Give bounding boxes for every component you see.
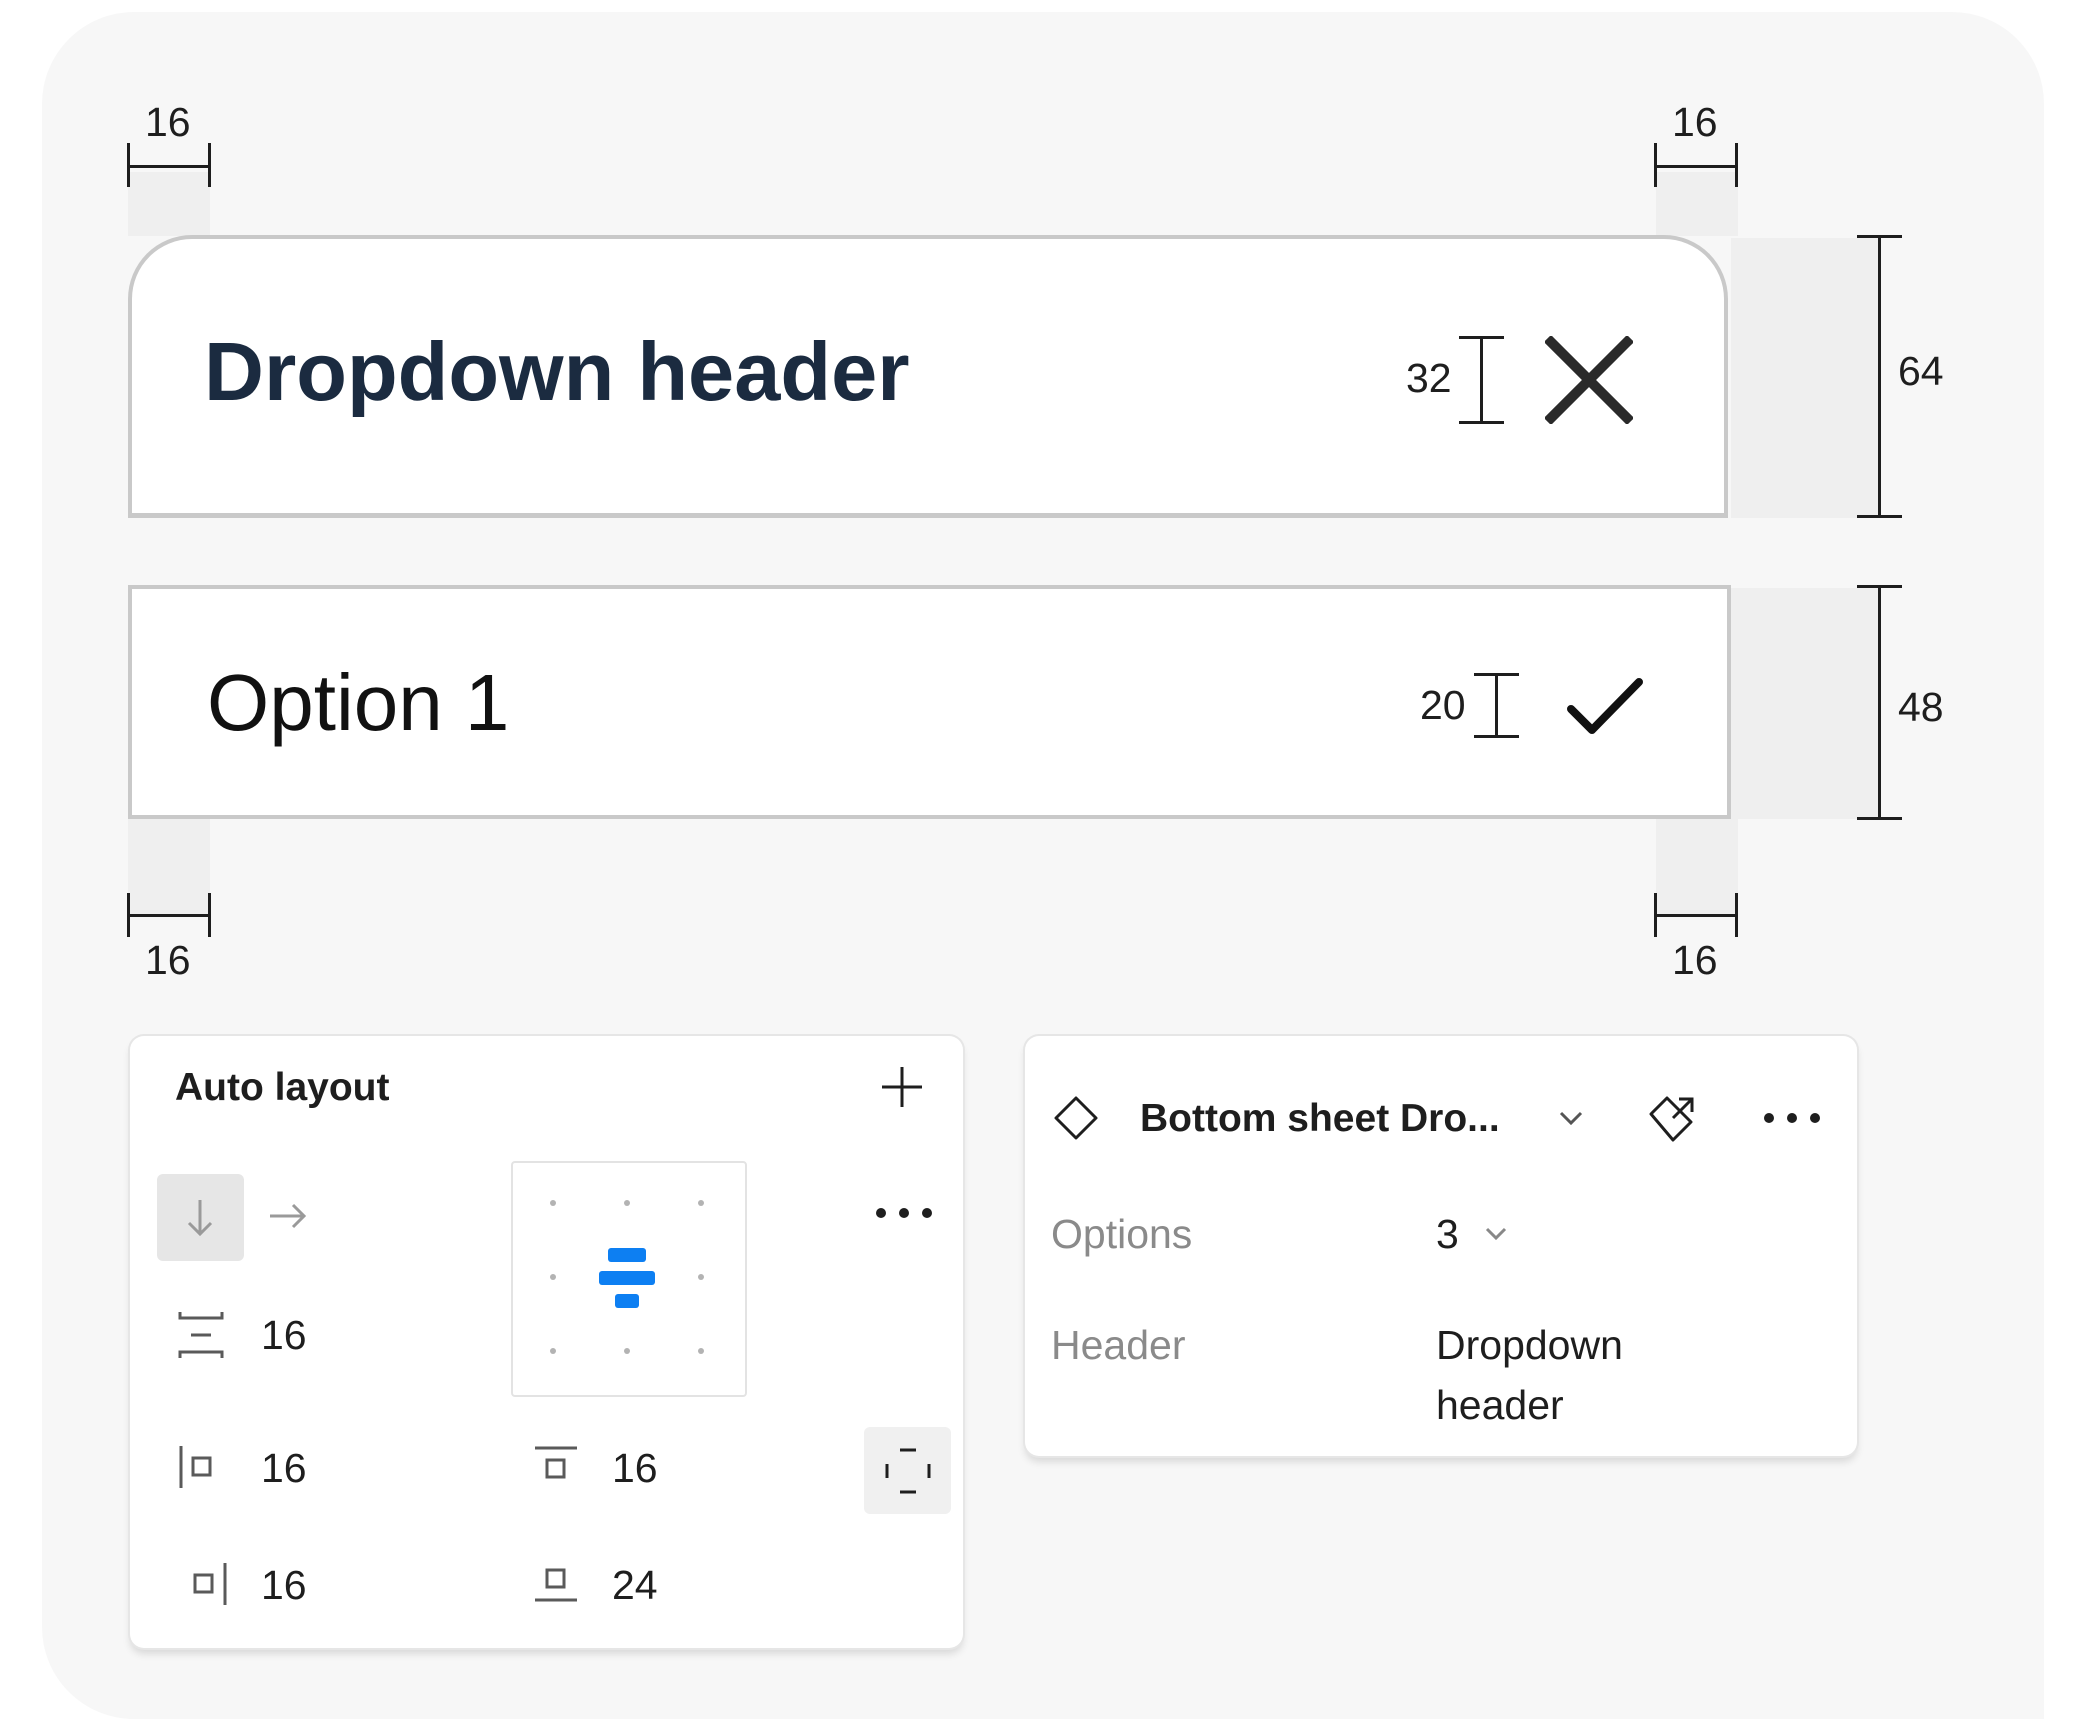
- padding-bottom-value[interactable]: 24: [612, 1565, 658, 1606]
- check-icon: [1567, 678, 1643, 734]
- padding-guide-right-top: [1656, 172, 1738, 236]
- icon-size-label-header: 32: [1406, 355, 1452, 401]
- padding-label-bottom-left: 16: [145, 937, 191, 983]
- option-label: Option 1: [207, 658, 510, 747]
- go-to-main-component-icon[interactable]: [1645, 1092, 1701, 1148]
- auto-layout-title: Auto layout: [175, 1066, 390, 1109]
- dropdown-header-title: Dropdown header: [204, 325, 910, 418]
- padding-measure-top-left: [127, 165, 211, 168]
- add-icon[interactable]: [880, 1065, 924, 1109]
- gap-value[interactable]: 16: [261, 1315, 307, 1356]
- padding-right-value[interactable]: 16: [261, 1565, 307, 1606]
- height-measure-header: [1878, 235, 1881, 518]
- component-name[interactable]: Bottom sheet Dro...: [1140, 1099, 1500, 1138]
- property-label-header: Header: [1051, 1322, 1186, 1368]
- height-label-header: 64: [1898, 348, 1944, 394]
- independent-padding-icon: [885, 1448, 931, 1494]
- chevron-down-icon[interactable]: [1483, 1225, 1509, 1243]
- padding-measure-bottom-right: [1654, 914, 1738, 917]
- padding-bottom-icon: [535, 1568, 577, 1602]
- arrow-down-icon: [187, 1200, 213, 1237]
- property-value-options[interactable]: 3: [1436, 1214, 1459, 1255]
- alignment-grid-dots: [550, 1200, 704, 1354]
- property-value-header-line2[interactable]: header: [1436, 1385, 1564, 1426]
- padding-guide-left-bottom: [128, 819, 210, 914]
- padding-label-bottom-right: 16: [1672, 937, 1718, 983]
- padding-left-icon: [179, 1446, 212, 1488]
- padding-label-top-left: 16: [145, 99, 191, 145]
- padding-left-value[interactable]: 16: [261, 1448, 307, 1489]
- height-measure-option: [1878, 585, 1881, 820]
- more-options-icon[interactable]: [1762, 1111, 1822, 1125]
- padding-guide-right-bottom: [1656, 819, 1738, 914]
- height-guide-header: [1731, 238, 1879, 518]
- icon-size-measure-header: [1480, 336, 1483, 424]
- icon-size-measure-option: [1495, 673, 1498, 738]
- icon-size-label-option: 20: [1420, 682, 1466, 728]
- padding-label-top-right: 16: [1672, 99, 1718, 145]
- more-options-icon[interactable]: [874, 1206, 934, 1220]
- height-label-option: 48: [1898, 684, 1944, 730]
- close-icon[interactable]: [1545, 336, 1633, 424]
- chevron-down-icon[interactable]: [1557, 1108, 1585, 1128]
- property-label-options: Options: [1051, 1211, 1193, 1257]
- vertical-gap-icon: [178, 1312, 224, 1358]
- padding-top-icon: [535, 1446, 577, 1479]
- padding-right-icon: [193, 1563, 227, 1605]
- component-instance-icon: [1054, 1096, 1098, 1140]
- property-value-header-line1[interactable]: Dropdown: [1436, 1325, 1623, 1366]
- arrow-right-icon[interactable]: [266, 1198, 310, 1234]
- padding-measure-top-right: [1654, 165, 1738, 168]
- height-guide-option: [1731, 588, 1879, 819]
- padding-guide-left-top: [128, 172, 210, 236]
- padding-top-value[interactable]: 16: [612, 1448, 658, 1489]
- padding-measure-bottom-left: [127, 914, 211, 917]
